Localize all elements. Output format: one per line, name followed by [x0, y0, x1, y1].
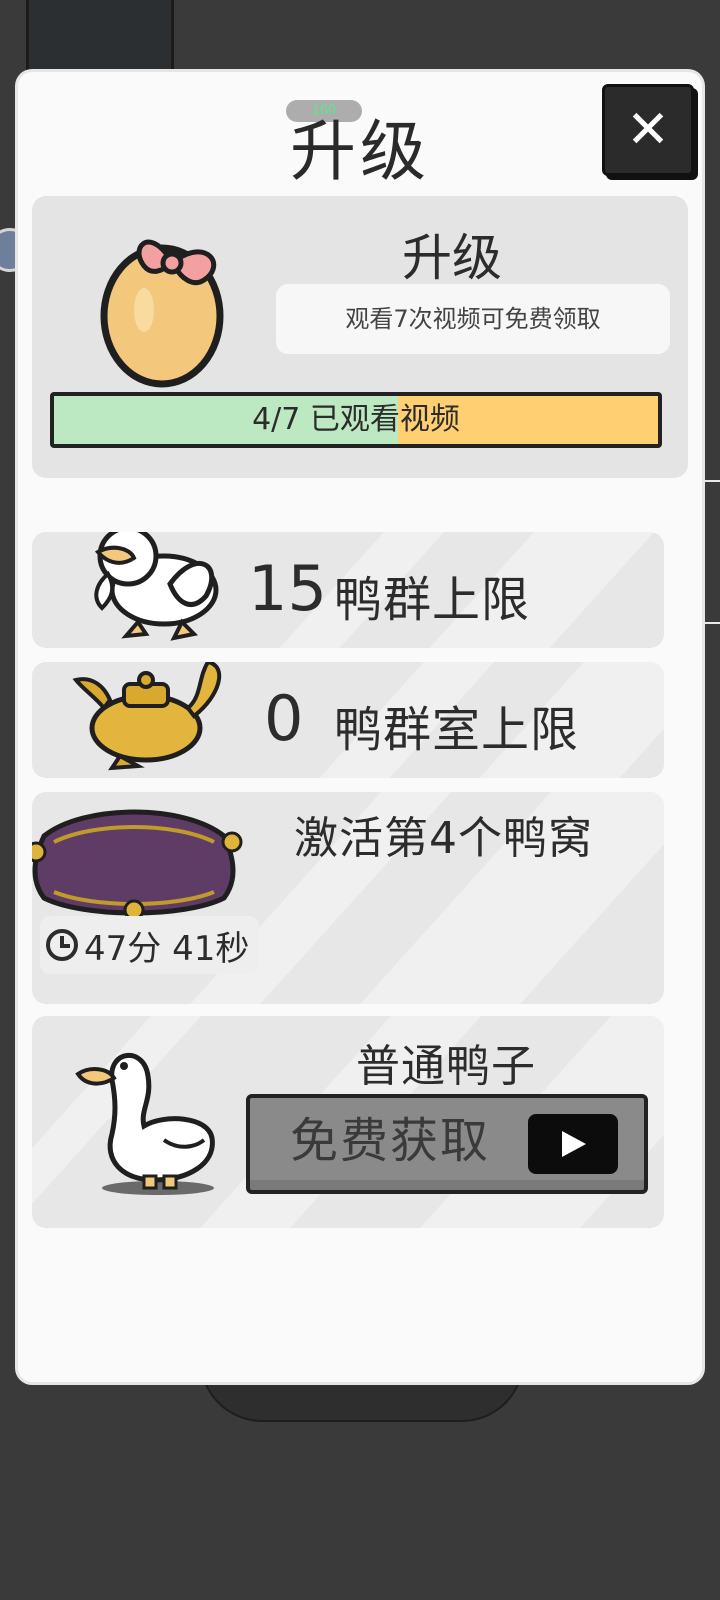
- upgrade-card: 升级 观看7次视频可免费领取 4/7 已观看视频: [32, 196, 688, 478]
- video-progress-bar: 4/7 已观看视频: [50, 392, 662, 448]
- close-button[interactable]: ✕: [602, 84, 694, 176]
- upgrade-dialog: 160 升级 ✕ 升级 观看7次视频可免费领取 4/7 已观看视频 15 鸭群上…: [18, 72, 702, 1382]
- flapping-duck-icon: [94, 532, 219, 641]
- upgrade-heading: 升级: [402, 229, 502, 287]
- video-play-icon: [528, 1114, 618, 1174]
- close-icon: ✕: [626, 100, 670, 160]
- egg-with-bow-icon: [100, 239, 224, 388]
- video-progress-label: 4/7 已观看视频: [252, 402, 460, 437]
- flock-limit-value: 15: [248, 552, 327, 625]
- dialog-title: 升级: [290, 113, 430, 190]
- normal-duck-label: 普通鸭子: [356, 1041, 536, 1092]
- normal-duck-card: 普通鸭子 免费获取: [32, 1016, 664, 1228]
- free-get-button[interactable]: 免费获取: [246, 1094, 648, 1194]
- activate-nest-label: 激活第4个鸭窝: [294, 813, 593, 864]
- background-building: [26, 0, 174, 83]
- room-limit-value: 0: [264, 682, 304, 755]
- activate-nest-card: 激活第4个鸭窝 47分 41秒: [32, 792, 664, 1004]
- clock-icon: [46, 929, 78, 961]
- purple-cushion-icon: [32, 809, 243, 921]
- golden-teapot-duck-icon: [72, 662, 222, 771]
- room-limit-card: 0 鸭群室上限: [32, 662, 664, 778]
- upgrade-description: 观看7次视频可免费领取: [276, 284, 670, 354]
- flock-limit-label: 鸭群上限: [334, 572, 531, 628]
- free-get-label: 免费获取: [290, 1113, 491, 1169]
- white-duck-icon: [75, 1053, 215, 1195]
- nest-countdown-text: 47分 41秒: [84, 928, 250, 969]
- nest-countdown: 47分 41秒: [40, 916, 260, 974]
- room-limit-label: 鸭群室上限: [334, 702, 580, 758]
- flock-limit-card: 15 鸭群上限: [32, 532, 664, 648]
